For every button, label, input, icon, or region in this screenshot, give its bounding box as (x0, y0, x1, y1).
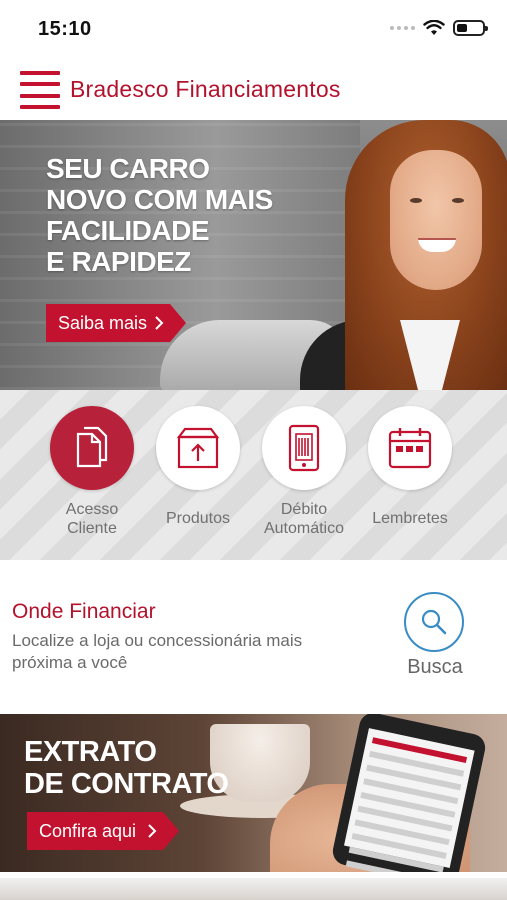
extrato-banner[interactable]: EXTRATO DE CONTRATO Confira aqui (0, 714, 507, 872)
hero-headline: SEU CARRO NOVO COM MAIS FACILIDADE E RAP… (46, 153, 346, 277)
eye (410, 198, 422, 203)
shortcut-debito-automatico[interactable]: Débito Automático (249, 406, 359, 538)
saiba-mais-label: Saiba mais (58, 312, 148, 333)
status-bar: 15:10 (0, 0, 507, 60)
shortcuts-bar: Acesso Cliente Produtos Débito Automátic… (0, 390, 507, 560)
calendar-icon (368, 406, 452, 490)
onde-financiar-title: Onde Financiar (12, 600, 156, 623)
hero-headline-line: FACILIDADE (46, 215, 210, 246)
extrato-headline: EXTRATO DE CONTRATO (24, 736, 229, 800)
search-label[interactable]: Busca (404, 656, 466, 679)
shortcut-label: Lembretes (372, 510, 448, 527)
woman-face-image (390, 150, 482, 290)
chevron-right-icon (148, 824, 157, 838)
shortcut-lembretes[interactable]: Lembretes (355, 406, 465, 528)
shortcut-produtos[interactable]: Produtos (143, 406, 253, 528)
saiba-mais-button[interactable]: Saiba mais (46, 304, 186, 342)
shortcut-acesso-cliente[interactable]: Acesso Cliente (37, 406, 147, 538)
box-upload-icon (156, 406, 240, 490)
status-indicators (390, 20, 488, 36)
app-title: Bradesco Financiamentos (70, 76, 341, 102)
hamburger-menu-icon[interactable] (20, 71, 60, 109)
hero-headline-line: E RAPIDEZ (46, 246, 191, 277)
hero-banner[interactable]: SEU CARRO NOVO COM MAIS FACILIDADE E RAP… (0, 120, 507, 390)
search-icon (421, 609, 447, 635)
shortcut-label: Débito Automático (263, 501, 345, 537)
signal-icon (390, 26, 415, 30)
status-time: 15:10 (38, 18, 92, 40)
confira-aqui-button[interactable]: Confira aqui (27, 812, 179, 850)
chevron-right-icon (155, 316, 164, 330)
shortcut-label: Acesso Cliente (65, 501, 119, 537)
onde-financiar-description: Localize a loja ou concessionária mais p… (12, 631, 303, 672)
search-button[interactable] (404, 592, 464, 652)
extrato-headline-line: DE CONTRATO (24, 768, 229, 800)
confira-aqui-label: Confira aqui (39, 820, 137, 841)
shortcut-label: Produtos (165, 510, 231, 527)
hero-headline-line: NOVO COM MAIS (46, 184, 273, 215)
app-header: Bradesco Financiamentos (0, 60, 507, 120)
onde-financiar-section: Onde Financiar Localize a loja ou conces… (0, 560, 507, 705)
next-banner-peek (0, 878, 507, 900)
wifi-icon (423, 20, 445, 35)
extrato-headline-line: EXTRATO (24, 736, 157, 768)
hero-headline-line: SEU CARRO (46, 153, 210, 184)
barcode-phone-icon (262, 406, 346, 490)
eye (452, 198, 464, 203)
documents-icon (50, 406, 134, 490)
battery-icon (453, 20, 488, 36)
